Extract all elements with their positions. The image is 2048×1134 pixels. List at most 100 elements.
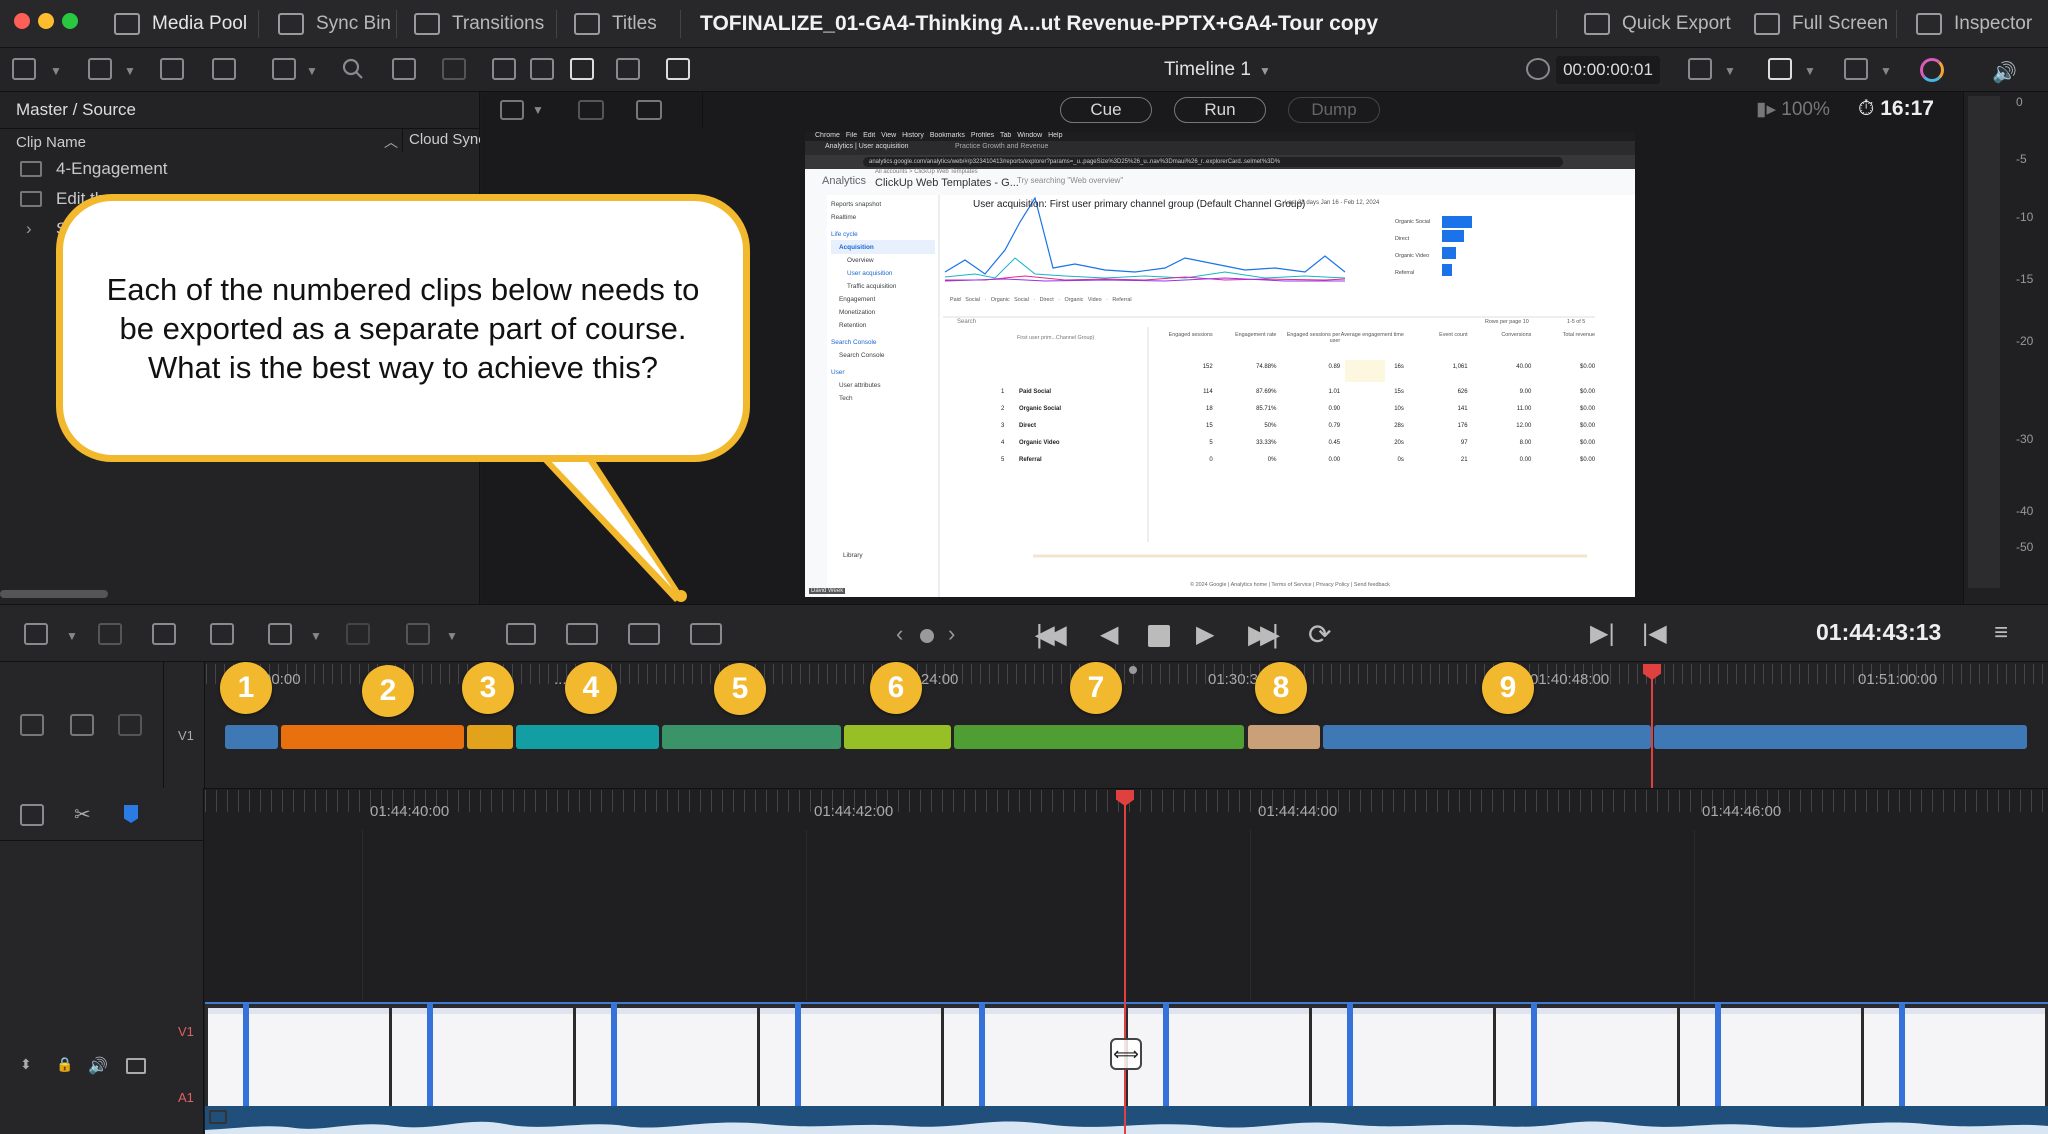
dump-button[interactable]: Dump bbox=[1288, 97, 1380, 123]
go-to-start-icon[interactable]: |◀◀ bbox=[1036, 619, 1067, 650]
cue-button[interactable]: Cue bbox=[1060, 97, 1152, 123]
close-window-button[interactable] bbox=[14, 13, 30, 29]
place-on-top-icon[interactable] bbox=[268, 623, 292, 645]
chevron-down-icon[interactable]: ▼ bbox=[446, 629, 458, 643]
next-marker-icon[interactable]: › bbox=[948, 621, 955, 647]
timeline-clip[interactable] bbox=[281, 725, 464, 749]
media-pool-button[interactable]: Media Pool bbox=[114, 0, 247, 48]
transitions-button[interactable]: Transitions bbox=[414, 0, 544, 48]
sort-icon[interactable] bbox=[392, 58, 416, 80]
add-poi-icon[interactable] bbox=[628, 623, 660, 645]
color-effects-icon[interactable] bbox=[1920, 58, 1944, 82]
sort-arrow-icon[interactable]: ︿ bbox=[384, 132, 398, 152]
sync-bin-button[interactable]: Sync Bin bbox=[278, 0, 391, 48]
stop-icon[interactable] bbox=[1148, 625, 1170, 647]
scissors-icon[interactable]: ✂ bbox=[74, 802, 91, 827]
lock-icon[interactable]: 🔒 bbox=[56, 1056, 73, 1073]
viewer-size-icon[interactable] bbox=[1688, 58, 1712, 80]
speaker-icon[interactable]: 🔊 bbox=[1992, 60, 2017, 85]
chevron-down-icon[interactable]: ▼ bbox=[1724, 64, 1736, 78]
clip-view-icon[interactable] bbox=[20, 804, 44, 826]
column-header-clip-name[interactable]: Clip Name bbox=[16, 134, 86, 151]
mixer-icon[interactable] bbox=[506, 623, 536, 645]
next-edit-icon[interactable]: ▶| bbox=[1590, 619, 1615, 648]
chevron-down-icon[interactable]: ▼ bbox=[306, 64, 318, 78]
menu-icon[interactable]: ≡ bbox=[1994, 619, 2008, 647]
timeline-marker[interactable] bbox=[1129, 666, 1137, 674]
marker-dot-icon[interactable] bbox=[920, 629, 934, 643]
link-icon[interactable] bbox=[160, 58, 184, 80]
insert-clip-icon[interactable] bbox=[98, 623, 122, 645]
chevron-right-icon[interactable]: › bbox=[26, 214, 32, 244]
chevron-down-icon[interactable]: ▼ bbox=[532, 103, 544, 117]
timeline-clip[interactable] bbox=[467, 725, 513, 749]
thumbnail-icon[interactable] bbox=[492, 58, 516, 80]
ga-library: Library bbox=[843, 552, 863, 559]
zoom-window-button[interactable] bbox=[62, 13, 78, 29]
audio-tool-icon[interactable] bbox=[24, 623, 48, 645]
timeline-clip[interactable] bbox=[225, 725, 278, 749]
play-icon[interactable]: ▶ bbox=[1196, 620, 1214, 649]
bypass-icon[interactable] bbox=[578, 100, 604, 120]
play-reverse-icon[interactable]: ◀ bbox=[1100, 620, 1118, 649]
append-icon[interactable] bbox=[346, 623, 370, 645]
speaker-icon[interactable]: 🔊 bbox=[88, 1056, 108, 1076]
hq-icon[interactable] bbox=[1768, 58, 1792, 80]
timeline-selector[interactable]: Timeline 1 ▼ bbox=[1164, 48, 1271, 92]
list-view-icon[interactable] bbox=[272, 58, 296, 80]
timeline-clip[interactable] bbox=[516, 725, 659, 749]
chevron-down-icon[interactable]: ▼ bbox=[310, 629, 322, 643]
panel-toggle-icon[interactable] bbox=[12, 58, 36, 80]
track-tool-icon[interactable] bbox=[118, 714, 142, 736]
grid-view-icon[interactable] bbox=[570, 58, 594, 80]
run-button[interactable]: Run bbox=[1174, 97, 1266, 123]
viewer-mode-icon[interactable] bbox=[500, 100, 524, 120]
replace-clip-icon[interactable] bbox=[210, 623, 234, 645]
audio-track-a1[interactable] bbox=[205, 1106, 2048, 1134]
inspector-button[interactable]: Inspector bbox=[1916, 0, 2032, 48]
timecode-field[interactable]: 00:00:00:01 bbox=[1556, 56, 1660, 84]
chevron-down-icon[interactable]: ▼ bbox=[1880, 64, 1892, 78]
timeline-clip[interactable] bbox=[1323, 725, 1651, 749]
timeline-clip[interactable] bbox=[662, 725, 841, 749]
marker-flag-icon[interactable] bbox=[124, 805, 138, 823]
play-poi-icon[interactable] bbox=[690, 623, 722, 645]
overwrite-clip-icon[interactable] bbox=[152, 623, 176, 645]
column-header-cloud-sync[interactable]: Cloud Sync bbox=[402, 128, 480, 152]
timeline-clip[interactable] bbox=[1654, 725, 2027, 749]
expand-track-icon[interactable]: ⬍ bbox=[20, 1056, 32, 1073]
unlink-icon[interactable] bbox=[212, 58, 236, 80]
chevron-down-icon[interactable]: ▼ bbox=[50, 64, 62, 78]
grid-icon[interactable] bbox=[616, 58, 640, 80]
loop-icon[interactable]: ⟳ bbox=[1308, 618, 1331, 651]
quick-export-button[interactable]: Quick Export bbox=[1584, 0, 1731, 48]
lower-playhead[interactable] bbox=[1124, 790, 1126, 1134]
previous-marker-icon[interactable]: ‹ bbox=[896, 621, 903, 647]
horizontal-scrollbar[interactable] bbox=[0, 590, 108, 598]
chevron-down-icon[interactable]: ▼ bbox=[124, 64, 136, 78]
track-tool-icon[interactable] bbox=[70, 714, 94, 736]
previous-edit-icon[interactable]: |◀ bbox=[1642, 619, 1667, 648]
scale-icon[interactable] bbox=[1844, 58, 1868, 80]
full-screen-button[interactable]: Full Screen bbox=[1754, 0, 1888, 48]
ripple-icon[interactable] bbox=[406, 623, 430, 645]
output-icon[interactable] bbox=[636, 100, 662, 120]
search-icon[interactable] bbox=[342, 58, 364, 80]
poi-icon[interactable] bbox=[566, 623, 598, 645]
chevron-down-icon[interactable]: ▼ bbox=[1804, 64, 1816, 78]
chevron-down-icon[interactable]: ▼ bbox=[66, 629, 78, 643]
timeline-clip[interactable] bbox=[954, 725, 1244, 749]
upper-playhead[interactable] bbox=[1651, 664, 1653, 788]
timeline-clip[interactable] bbox=[1248, 725, 1320, 749]
filmstrip-icon[interactable] bbox=[530, 58, 554, 80]
filmstrip-icon[interactable] bbox=[126, 1058, 146, 1074]
timeline-clip[interactable] bbox=[844, 725, 951, 749]
refresh-icon[interactable] bbox=[442, 58, 466, 80]
broadcast-icon[interactable] bbox=[666, 58, 690, 80]
go-to-end-icon[interactable]: ▶▶| bbox=[1248, 619, 1279, 650]
minimize-window-button[interactable] bbox=[38, 13, 54, 29]
new-bin-icon[interactable] bbox=[88, 58, 112, 80]
bin-item[interactable]: 4-Engagement bbox=[0, 154, 480, 184]
track-tool-icon[interactable] bbox=[20, 714, 44, 736]
titles-button[interactable]: Titles bbox=[574, 0, 657, 48]
